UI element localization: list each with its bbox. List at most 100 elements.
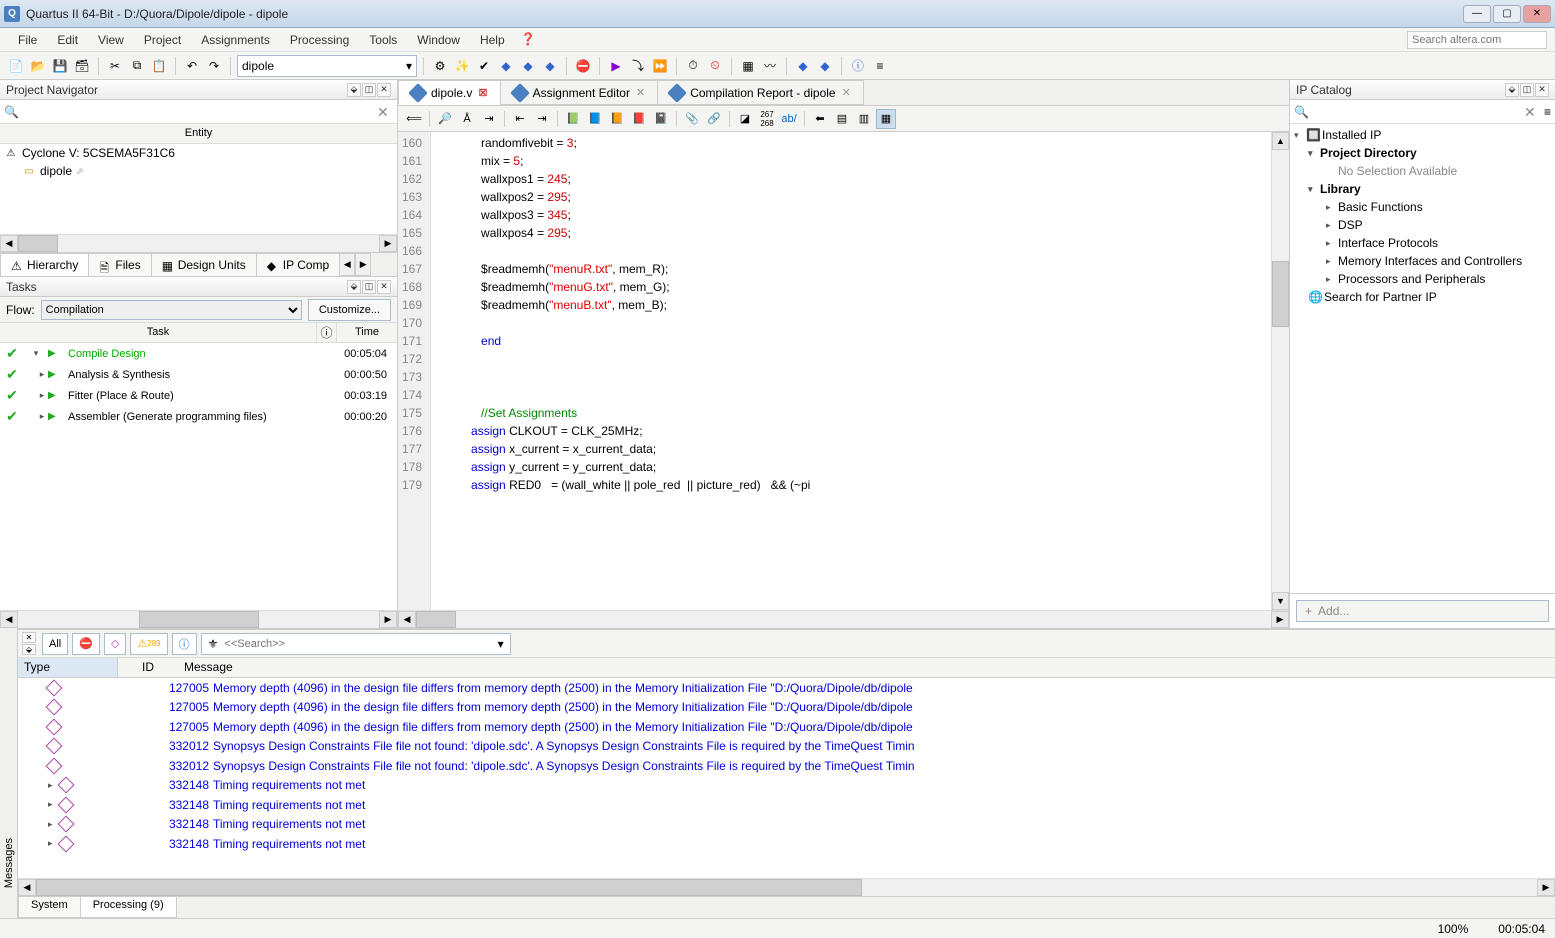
doc-tab[interactable]: Assignment Editor✕ (500, 80, 659, 105)
tab-design-units[interactable]: ▦Design Units (151, 253, 257, 276)
split1-icon[interactable]: ⬅ (810, 109, 830, 129)
expand-icon[interactable]: ▸ (48, 780, 58, 791)
expand-icon[interactable]: ▸ (48, 819, 58, 830)
help-icon[interactable]: ❓ (521, 32, 537, 48)
code-hscroll[interactable]: ◀▶ (398, 610, 1289, 628)
tab-close-icon[interactable]: ✕ (636, 86, 645, 99)
bookmark1-icon[interactable]: 📗 (563, 109, 583, 129)
msg-search-box[interactable]: ⚜ ▾ (201, 633, 511, 655)
ip-item[interactable]: ▸Basic Functions (1290, 198, 1555, 216)
outdent-icon[interactable]: ⇤ (510, 109, 530, 129)
close-button[interactable]: ✕ (1523, 5, 1551, 23)
doc-tab[interactable]: dipole.v⊠ (398, 80, 501, 105)
project-combo[interactable]: dipole▾ (237, 55, 417, 77)
msg-all-button[interactable]: All (42, 633, 68, 655)
message-row[interactable]: ▸332148 Timing requirements not met (18, 795, 1555, 815)
msg-info-filter[interactable]: ⓘ (172, 633, 197, 655)
cut-icon[interactable]: ✂ (105, 56, 125, 76)
tasks-close-icon[interactable]: ✕ (377, 280, 391, 294)
global-search-input[interactable] (1407, 31, 1547, 49)
message-row[interactable]: 332012 Synopsys Design Constraints File … (18, 737, 1555, 757)
ab-icon[interactable]: ab/ (779, 109, 799, 129)
split2-icon[interactable]: ▤ (832, 109, 852, 129)
msg-error-filter[interactable]: ⛔ (72, 633, 100, 655)
ip-search-input[interactable] (1312, 103, 1520, 121)
find-icon[interactable]: 🔎 (435, 109, 455, 129)
timer-icon[interactable]: ⏱ (683, 56, 703, 76)
dropdown-icon[interactable]: ▾ (498, 637, 504, 651)
ip-item[interactable]: ▸Memory Interfaces and Controllers (1290, 252, 1555, 270)
more-icon[interactable]: ≡ (870, 56, 890, 76)
customize-button[interactable]: Customize... (308, 299, 391, 321)
info-icon[interactable]: ⓘ (848, 56, 868, 76)
compile-icon[interactable]: ◆ (496, 56, 516, 76)
msg-critwarn-filter[interactable]: ◇ (104, 633, 126, 655)
ip-menu-icon[interactable]: ≡ (1544, 105, 1551, 119)
tasks-dock-icon[interactable]: ◫ (362, 280, 376, 294)
menu-processing[interactable]: Processing (280, 31, 359, 49)
play-icon[interactable]: ▶ (48, 369, 68, 380)
attach-icon[interactable]: 📎 (682, 109, 702, 129)
code-vscroll[interactable]: ▲ ▼ (1271, 132, 1289, 610)
new-icon[interactable]: 📄 (6, 56, 26, 76)
msg-close-icon[interactable]: ✕ (22, 632, 36, 643)
task-row[interactable]: ✔▸▶Analysis & Synthesis00:00:50 (0, 364, 397, 385)
bookmark4-icon[interactable]: 📕 (629, 109, 649, 129)
split3-icon[interactable]: ▥ (854, 109, 874, 129)
task-row[interactable]: ✔▾▶Compile Design00:05:04 (0, 343, 397, 364)
bookmark5-icon[interactable]: 📓 (651, 109, 671, 129)
ip-item[interactable]: ▸Interface Protocols (1290, 234, 1555, 252)
open-icon[interactable]: 📂 (28, 56, 48, 76)
bookmark3-icon[interactable]: 📙 (607, 109, 627, 129)
menu-file[interactable]: File (8, 31, 47, 49)
tab-prev-arrow[interactable]: ◀ (339, 253, 355, 276)
msg-tab-processing[interactable]: Processing (9) (80, 897, 177, 918)
ip-dock-icon[interactable]: ◫ (1520, 83, 1534, 97)
flow-select[interactable]: Compilation (41, 300, 302, 320)
replace-icon[interactable]: Å (457, 109, 477, 129)
settings-icon[interactable]: ⚙ (430, 56, 450, 76)
analyze-icon[interactable]: ◆ (518, 56, 538, 76)
redo-icon[interactable]: ↷ (204, 56, 224, 76)
fast-icon[interactable]: ⏩ (650, 56, 670, 76)
clear-icon[interactable]: ✕ (377, 104, 393, 120)
message-row[interactable]: ▸332148 Timing requirements not met (18, 834, 1555, 854)
power-icon[interactable]: ⏲ (705, 56, 725, 76)
nav-device-row[interactable]: ⚠ Cyclone V: 5CSEMA5F31C6 (0, 144, 397, 162)
wand-icon[interactable]: ✨ (452, 56, 472, 76)
pin-icon[interactable]: ⬙ (347, 83, 361, 97)
paste-icon[interactable]: 📋 (149, 56, 169, 76)
ip-clear-icon[interactable]: ✕ (1524, 104, 1540, 120)
tab-files[interactable]: 🗎Files (88, 253, 151, 276)
menu-edit[interactable]: Edit (47, 31, 88, 49)
save-icon[interactable]: 💾 (50, 56, 70, 76)
message-row[interactable]: 127005 Memory depth (4096) in the design… (18, 698, 1555, 718)
menu-view[interactable]: View (88, 31, 134, 49)
menu-project[interactable]: Project (134, 31, 191, 49)
tab-ip-comp[interactable]: ◆IP Comp (256, 253, 340, 276)
ip-close-icon[interactable]: ✕ (1535, 83, 1549, 97)
step-icon[interactable]: ⤵ (628, 56, 648, 76)
link-icon[interactable]: 🔗 (704, 109, 724, 129)
minimize-button[interactable]: — (1463, 5, 1491, 23)
play-icon[interactable]: ▶ (48, 390, 68, 401)
nav-back-icon[interactable]: ⟸ (404, 109, 424, 129)
split4-icon[interactable]: ▦ (876, 109, 896, 129)
msg-pin-icon[interactable]: ⬙ (22, 644, 36, 655)
play-icon[interactable]: ▶ (606, 56, 626, 76)
code-content[interactable]: randomfivebit = 3; mix = 5; wallxpos1 = … (431, 132, 1271, 610)
menu-help[interactable]: Help (470, 31, 515, 49)
linenum-icon[interactable]: 267268 (757, 109, 777, 129)
menu-tools[interactable]: Tools (359, 31, 407, 49)
goto-icon[interactable]: ⇥ (479, 109, 499, 129)
undo-icon[interactable]: ↶ (182, 56, 202, 76)
mark-icon[interactable]: ◪ (735, 109, 755, 129)
bookmark2-icon[interactable]: 📘 (585, 109, 605, 129)
ip-pin-icon[interactable]: ⬙ (1505, 83, 1519, 97)
nav-entity-row[interactable]: ▭ dipole ⬀ (0, 162, 397, 180)
maximize-button[interactable]: ▢ (1493, 5, 1521, 23)
msg-warn-filter[interactable]: ⚠289 (130, 633, 167, 655)
msg-tab-system[interactable]: System (18, 897, 81, 918)
check-icon[interactable]: ✔ (474, 56, 494, 76)
message-row[interactable]: ▸332148 Timing requirements not met (18, 815, 1555, 835)
